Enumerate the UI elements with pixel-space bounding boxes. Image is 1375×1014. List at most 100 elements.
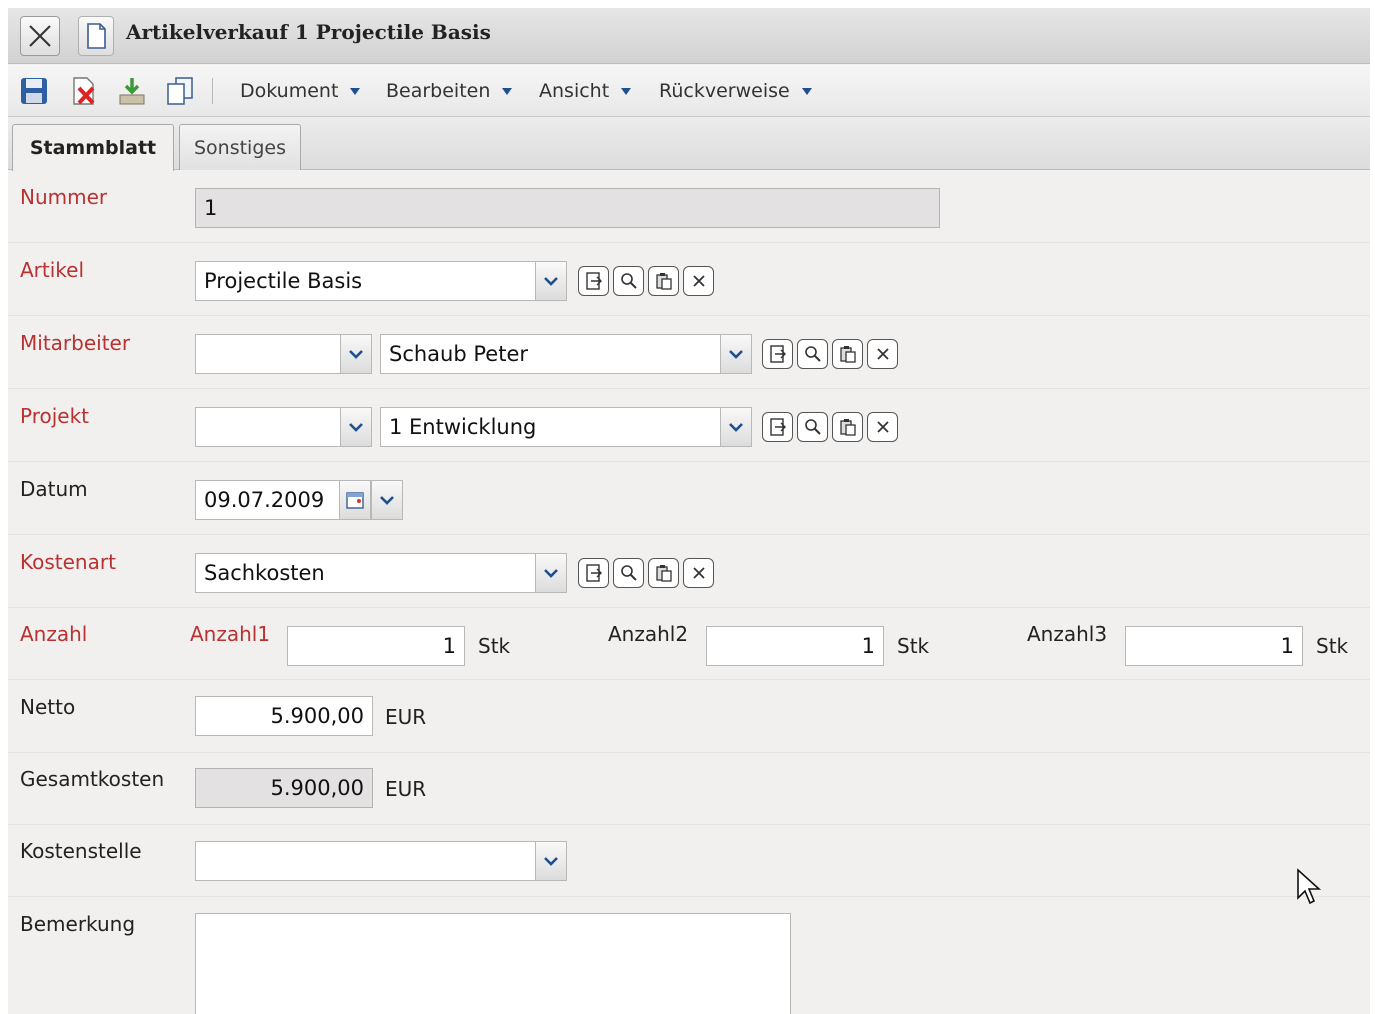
mitarbeiter-dropdown-button[interactable] (720, 335, 751, 373)
caret-down-icon (621, 87, 632, 95)
nummer-field[interactable]: 1 (195, 188, 940, 228)
anzahl3-field[interactable]: 1 (1125, 626, 1303, 666)
menu-label: Ansicht (539, 80, 610, 102)
label-anzahl1: Anzahl1 (190, 622, 271, 646)
save-button[interactable] (18, 75, 50, 107)
projekt-search-button[interactable] (797, 412, 828, 442)
anzahl1-unit: Stk (478, 634, 511, 658)
kostenstelle-dropdown-button[interactable] (535, 842, 566, 880)
gesamtkosten-field[interactable]: 5.900,00 (195, 768, 373, 808)
projekt-actions (762, 412, 898, 442)
row-kostenstelle: Kostenstelle (8, 825, 1370, 897)
mitarbeiter-clear-button[interactable] (867, 339, 898, 369)
projekt-code-dropdown-button[interactable] (340, 408, 371, 446)
projekt-code-combo[interactable] (195, 407, 372, 447)
label-gesamtkosten: Gesamtkosten (20, 767, 165, 791)
paste-icon (839, 419, 856, 436)
close-icon (29, 25, 51, 47)
mitarbeiter-open-button[interactable] (762, 339, 793, 369)
kostenart-dropdown-button[interactable] (535, 554, 566, 592)
projekt-clear-button[interactable] (867, 412, 898, 442)
kostenart-combo[interactable]: Sachkosten (195, 553, 567, 593)
mitarbeiter-search-button[interactable] (797, 339, 828, 369)
label-nummer: Nummer (20, 185, 108, 209)
mitarbeiter-code-combo[interactable] (195, 334, 372, 374)
kostenstelle-combo[interactable] (195, 841, 567, 881)
projekt-paste-button[interactable] (832, 412, 863, 442)
row-datum: Datum 09.07.2009 (8, 463, 1370, 535)
document-icon (87, 23, 106, 49)
anzahl2-field[interactable]: 1 (706, 626, 884, 666)
label-mitarbeiter: Mitarbeiter (20, 331, 131, 355)
export-button[interactable] (116, 75, 148, 107)
menu-rueckverweise[interactable]: Rückverweise (659, 77, 812, 105)
kostenart-value: Sachkosten (204, 561, 325, 585)
artikel-actions (578, 266, 714, 296)
artikel-combo[interactable]: Projectile Basis (195, 261, 567, 301)
label-kostenart: Kostenart (20, 550, 116, 574)
menu-dokument[interactable]: Dokument (240, 77, 361, 105)
mitarbeiter-code-dropdown-button[interactable] (340, 335, 371, 373)
tab-sonstiges[interactable]: Sonstiges (179, 124, 301, 170)
artikel-dropdown-button[interactable] (535, 262, 566, 300)
search-icon (620, 565, 637, 581)
close-button[interactable] (20, 16, 60, 56)
clear-icon (876, 421, 889, 433)
kostenart-clear-button[interactable] (683, 558, 714, 588)
download-icon (119, 78, 145, 105)
paste-icon (655, 273, 672, 290)
window-title: Artikelverkauf 1 Projectile Basis (126, 20, 491, 44)
open-record-icon (585, 272, 602, 290)
paste-icon (839, 346, 856, 363)
menu-ansicht[interactable]: Ansicht (539, 77, 632, 105)
document-window: Artikelverkauf 1 Projectile Basis Dokume… (8, 8, 1370, 1014)
row-nummer: Nummer 1 (8, 171, 1370, 243)
artikel-open-button[interactable] (578, 266, 609, 296)
tab-strip: Stammblatt Sonstiges (8, 118, 1370, 171)
row-mitarbeiter: Mitarbeiter Schaub Peter (8, 317, 1370, 389)
search-icon (620, 273, 637, 289)
chevron-down-icon (349, 350, 363, 359)
artikel-clear-button[interactable] (683, 266, 714, 296)
artikel-paste-button[interactable] (648, 266, 679, 296)
title-bar: Artikelverkauf 1 Projectile Basis (8, 8, 1370, 64)
label-anzahl3: Anzahl3 (1027, 622, 1108, 646)
menu-bearbeiten[interactable]: Bearbeiten (386, 77, 513, 105)
menu-label: Dokument (240, 80, 339, 102)
copy-icon (167, 77, 193, 105)
mitarbeiter-value: Schaub Peter (389, 342, 528, 366)
chevron-down-icon (544, 569, 558, 578)
datum-calendar-button[interactable] (339, 481, 371, 519)
kostenart-paste-button[interactable] (648, 558, 679, 588)
kostenart-search-button[interactable] (613, 558, 644, 588)
bemerkung-textarea[interactable] (195, 913, 791, 1014)
delete-button[interactable] (68, 75, 100, 107)
projekt-combo[interactable]: 1 Entwicklung (380, 407, 752, 447)
search-icon (804, 346, 821, 362)
projekt-dropdown-button[interactable] (720, 408, 751, 446)
anzahl1-field[interactable]: 1 (287, 626, 465, 666)
mitarbeiter-combo[interactable]: Schaub Peter (380, 334, 752, 374)
datum-field[interactable]: 09.07.2009 (195, 480, 403, 520)
mouse-cursor-icon (1297, 868, 1322, 905)
toolbar: Dokument Bearbeiten Ansicht Rückverweise (8, 65, 1370, 117)
row-kostenart: Kostenart Sachkosten (8, 536, 1370, 608)
document-button[interactable] (78, 16, 114, 56)
datum-dropdown-button[interactable] (371, 481, 402, 519)
projekt-open-button[interactable] (762, 412, 793, 442)
row-gesamtkosten: Gesamtkosten 5.900,00 EUR (8, 753, 1370, 825)
paste-icon (655, 565, 672, 582)
kostenart-actions (578, 558, 714, 588)
calendar-icon (346, 492, 364, 509)
artikel-search-button[interactable] (613, 266, 644, 296)
copy-button[interactable] (164, 75, 196, 107)
clear-icon (692, 275, 705, 287)
kostenart-open-button[interactable] (578, 558, 609, 588)
netto-field[interactable]: 5.900,00 (195, 696, 373, 736)
tab-stammblatt[interactable]: Stammblatt (12, 124, 174, 171)
mitarbeiter-paste-button[interactable] (832, 339, 863, 369)
projekt-value: 1 Entwicklung (389, 415, 537, 439)
datum-value: 09.07.2009 (204, 488, 325, 512)
chevron-down-icon (544, 857, 558, 866)
chevron-down-icon (729, 350, 743, 359)
